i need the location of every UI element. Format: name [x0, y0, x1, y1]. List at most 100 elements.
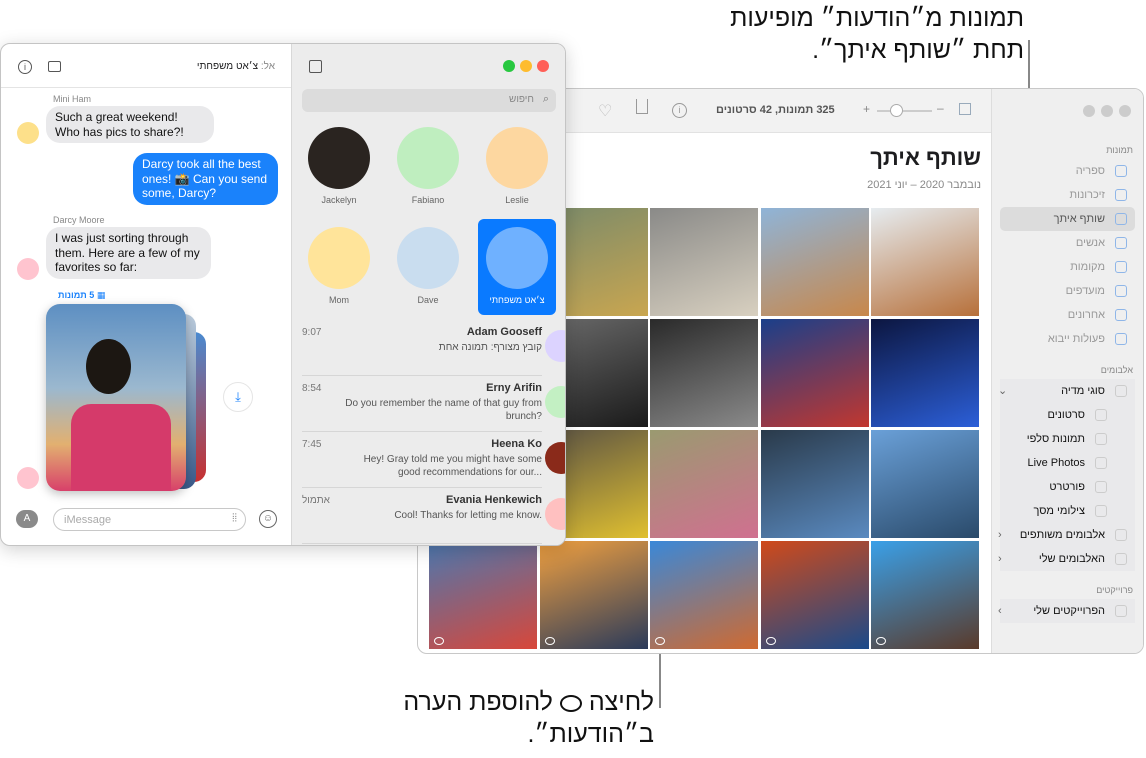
favorite-icon[interactable]: ♡ [598, 101, 612, 121]
photo-tile[interactable] [650, 208, 758, 316]
sidebar-icon [1115, 309, 1127, 321]
conversation-row[interactable]: Adam Gooseff 9:07 קובץ מצורף: תמונה אחת [302, 320, 565, 376]
app-store-icon[interactable]: A [16, 510, 38, 528]
album-icon [1115, 553, 1127, 565]
sidebar-album[interactable]: Live Photos [1000, 451, 1135, 475]
zoom-out-button[interactable]: – [937, 101, 944, 115]
save-photos-button[interactable]: ⤓ [223, 382, 253, 412]
sidebar-item-label: ספריה [1075, 165, 1105, 177]
sidebar-item[interactable]: ספריה [1000, 159, 1135, 183]
pinned-conversation[interactable]: Jackelyn [300, 119, 378, 214]
photo-tile[interactable] [650, 319, 758, 427]
sidebar-item-my-projects[interactable]: הפרוייקטים שלי › [998, 599, 1135, 623]
photo-tile[interactable] [760, 208, 869, 316]
window-close-button[interactable] [537, 60, 549, 72]
window-minimize-button[interactable] [520, 60, 532, 72]
avatar [545, 386, 565, 418]
chevron-right-icon[interactable]: ‹ [998, 547, 1002, 571]
photo-stack[interactable] [46, 304, 186, 491]
info-icon[interactable]: i [18, 60, 32, 74]
sidebar-item[interactable]: אחרונים [1000, 303, 1135, 327]
album-icon [1115, 529, 1127, 541]
emoji-icon[interactable]: ☺ [259, 510, 277, 528]
photo-tile[interactable] [539, 541, 648, 649]
comment-icon[interactable] [765, 637, 776, 645]
window-close-button[interactable] [1119, 105, 1131, 117]
sidebar-album[interactable]: סוגי מדיה ⌄ [998, 379, 1135, 403]
fit-icon[interactable] [959, 103, 971, 115]
comment-icon[interactable] [434, 637, 444, 645]
pinned-conversation[interactable]: צ׳אט משפחתי [478, 219, 556, 315]
video-call-icon[interactable] [48, 61, 61, 72]
search-field[interactable]: ⌕ חיפוש [302, 89, 556, 112]
sidebar-album[interactable]: אלבומים משותפים ‹ [998, 523, 1135, 547]
conversation-row[interactable]: Evania Henkewich אתמול Cool! Thanks for le… [302, 488, 565, 544]
share-icon[interactable] [636, 99, 648, 114]
photo-tile[interactable] [429, 541, 537, 649]
contact-name: Heena Ko [491, 438, 542, 450]
zoom-slider-thumb[interactable] [890, 104, 903, 117]
sidebar-album[interactable]: תמונות סלפי [1000, 427, 1135, 451]
comment-icon[interactable] [876, 637, 886, 645]
comment-icon[interactable] [655, 637, 665, 645]
sidebar-item-label: אלבומים משותפים [1019, 529, 1105, 541]
audio-waveform-icon[interactable]: ⦙⦙ [232, 512, 237, 525]
chevron-right-icon[interactable]: › [998, 599, 1002, 623]
conversation-row[interactable]: Heena Ko 7:45 Hey! Gray told me you might … [302, 432, 565, 488]
callout-text: לחיצה [588, 688, 654, 716]
sidebar-item[interactable]: שותף איתך [1000, 207, 1135, 231]
chevron-right-icon[interactable]: ‹ [998, 523, 1002, 547]
album-icon [1095, 433, 1107, 445]
photo-tile[interactable] [871, 430, 979, 538]
sidebar-album[interactable]: האלבומים שלי ‹ [998, 547, 1135, 571]
timestamp: אתמול [302, 495, 330, 506]
photo-tile[interactable] [871, 208, 979, 316]
compose-icon[interactable] [309, 60, 322, 73]
pinned-name: Fabiano [411, 195, 445, 205]
photo-tile[interactable] [650, 430, 758, 538]
sidebar-album[interactable]: צילומי מסך [1000, 499, 1135, 523]
pinned-name: Mom [329, 295, 349, 305]
window-zoom-button[interactable] [503, 60, 515, 72]
sidebar-item-label: סוגי מדיה [1061, 385, 1105, 397]
callout-text: תמונות מ״הודעות״ מופיעות [730, 4, 1024, 32]
sidebar-album[interactable]: סרטונים [1000, 403, 1135, 427]
photo-tile[interactable] [760, 541, 869, 649]
window-minimize-button[interactable] [1101, 105, 1113, 117]
sidebar-item[interactable]: מועדפים [1000, 279, 1135, 303]
contact-name: Adam Gooseff [466, 326, 542, 338]
info-icon[interactable]: i [672, 103, 687, 118]
sidebar-icon [1115, 189, 1127, 201]
pinned-conversation[interactable]: Mom [300, 219, 378, 314]
photo-tile[interactable] [760, 319, 869, 427]
chevron-down-icon[interactable]: ⌄ [998, 379, 1007, 403]
comment-icon[interactable] [544, 637, 555, 645]
zoom-slider[interactable] [877, 110, 932, 112]
callout-text: להוספת הערה [403, 688, 553, 716]
zoom-in-button[interactable]: + [863, 102, 870, 116]
sidebar-item[interactable]: אנשים [1000, 231, 1135, 255]
pinned-conversation[interactable]: Dave [389, 219, 467, 314]
sidebar-item[interactable]: זיכרונות [1000, 183, 1135, 207]
pinned-conversation[interactable]: Fabiano [389, 119, 467, 214]
message-input[interactable]: iMessage ⦙⦙ [53, 508, 246, 531]
sidebar-item[interactable]: פעולות ייבוא [1000, 327, 1135, 351]
recipient: אל: צ׳אט משפחתי [197, 61, 275, 72]
item-count: 325 תמונות, 42 סרטונים [716, 104, 835, 116]
photo-stack-label[interactable]: ▦ 5 תמונות [58, 290, 105, 301]
sidebar-icon [1115, 165, 1127, 177]
photo-tile[interactable] [871, 541, 979, 649]
sidebar-icon [1115, 285, 1127, 297]
search-placeholder: חיפוש [509, 94, 534, 105]
photo-subject [86, 339, 131, 394]
conversation-row[interactable]: Erny Arifin 8:54 Do you remember the name … [302, 376, 565, 432]
photo-tile[interactable] [871, 319, 979, 427]
window-zoom-button[interactable] [1083, 105, 1095, 117]
avatar [545, 498, 565, 530]
sidebar-album[interactable]: פורטרט [1000, 475, 1135, 499]
pinned-conversation[interactable]: Leslie [478, 119, 556, 214]
sidebar-item[interactable]: מקומות [1000, 255, 1135, 279]
search-icon: ⌕ [542, 93, 549, 105]
photo-tile[interactable] [650, 541, 758, 649]
photo-tile[interactable] [760, 430, 869, 538]
